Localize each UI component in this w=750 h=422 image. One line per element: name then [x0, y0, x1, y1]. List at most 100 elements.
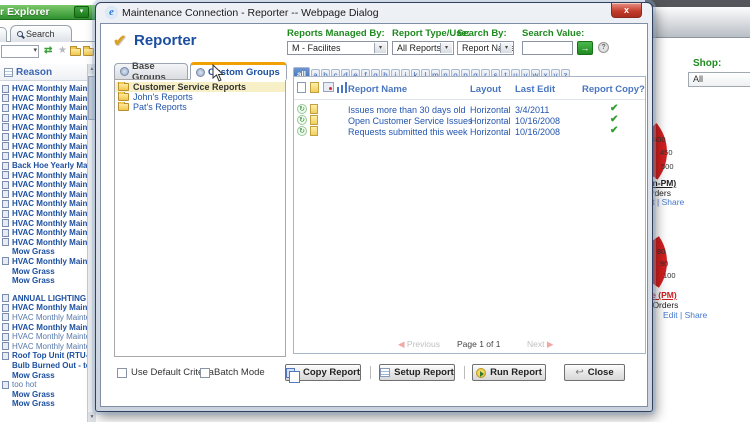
report-name[interactable]: Open Customer Service Issues [348, 116, 473, 126]
tab-custom-groups[interactable]: Custom Groups [190, 62, 287, 80]
work-order-item[interactable]: Back Hoe Yearly Main [2, 161, 87, 171]
refresh-icon[interactable] [44, 45, 52, 56]
work-order-item[interactable]: HVAC Monthly Mainte [2, 257, 87, 267]
copy-icon[interactable] [310, 82, 319, 93]
work-order-item[interactable]: Bulb Burned Out - tes [2, 361, 87, 371]
mouse-cursor [212, 64, 224, 82]
tab-base-groups[interactable]: Base Groups [114, 61, 188, 83]
dialog-titlebar[interactable]: Maintenance Connection - Reporter -- Web… [96, 3, 652, 23]
work-order-item[interactable]: Mow Grass [2, 266, 87, 276]
report-type-select[interactable]: All Reports [392, 41, 454, 55]
tab-search[interactable]: Search [10, 25, 72, 42]
work-order-icon [2, 257, 9, 266]
search-value-input[interactable] [522, 41, 573, 55]
new-report-icon[interactable] [297, 82, 306, 93]
work-order-item[interactable]: Mow Grass [2, 370, 87, 380]
column-report-copy[interactable]: Report Copy? [582, 84, 645, 95]
work-order-item[interactable]: HVAC Monthly Mainte [2, 218, 87, 228]
copy-report-icon[interactable] [310, 115, 318, 125]
work-order-item[interactable]: HVAC Monthly Mainte [2, 151, 87, 161]
work-order-item[interactable]: HVAC Monthly Mainte [2, 122, 87, 132]
work-order-label: HVAC Monthly Mainte [12, 141, 87, 151]
work-order-item[interactable]: HVAC Monthly Mainte [2, 132, 87, 142]
copy-report-button[interactable]: Copy Report [285, 364, 361, 383]
explorer-header[interactable]: r Explorer [0, 5, 96, 20]
tab-partial[interactable] [0, 27, 7, 42]
folder-in-icon[interactable] [83, 46, 94, 56]
column-report-name[interactable]: Report Name [348, 84, 407, 95]
work-order-icon [2, 313, 9, 322]
column-last-edit[interactable]: Last Edit [515, 84, 555, 95]
report-row[interactable]: Open Customer Service IssuesHorizontal 10… [294, 114, 645, 126]
tree-item[interactable]: John's Reports [115, 92, 285, 102]
alphabet-bar: allabcdefghijklmnopqrstuvwxyz [293, 62, 648, 80]
search-by-select[interactable]: Report Name [457, 41, 514, 55]
report-row[interactable]: Requests submitted this weekHorizontal 10… [294, 125, 645, 137]
copy-report-icon[interactable] [310, 104, 318, 114]
work-order-item[interactable]: HVAC Monthly Mainte [2, 84, 87, 94]
sidebar-filter-row [0, 44, 96, 61]
tree-item[interactable]: Customer Service Reports [115, 82, 285, 92]
work-order-item[interactable]: Mow Grass [2, 399, 87, 409]
report-copy-check: ✔ [610, 103, 619, 114]
work-order-item[interactable]: Mow Grass [2, 389, 87, 399]
work-order-icon [2, 332, 9, 341]
report-row[interactable]: Issues more than 30 days old Horizontal 3/… [294, 103, 645, 115]
close-button[interactable]: x [611, 3, 642, 18]
work-order-item[interactable]: HVAC Monthly Mainte [2, 199, 87, 209]
previous-page-button[interactable]: Previous [398, 339, 440, 350]
work-order-item[interactable]: ANNUAL LIGHTING INSP [2, 293, 87, 303]
filter-select[interactable] [1, 45, 39, 58]
run-report-button[interactable]: Run Report [472, 364, 546, 381]
search-go-button[interactable] [577, 41, 593, 55]
next-page-button[interactable]: Next [527, 339, 553, 350]
work-order-item[interactable]: HVAC Monthly Maintena [2, 341, 87, 351]
help-icon[interactable] [598, 42, 609, 53]
work-order-icon [2, 190, 9, 199]
column-layout[interactable]: Layout [470, 84, 501, 95]
star-icon[interactable] [58, 45, 67, 56]
work-order-item[interactable]: HVAC Monthly Mainte [2, 209, 87, 219]
run-report-icon[interactable] [297, 126, 307, 136]
copy-report-icon[interactable] [310, 126, 318, 136]
shop-select[interactable]: All [688, 72, 750, 87]
work-order-item[interactable]: HVAC Monthly Mainte [2, 103, 87, 113]
report-last-edit: 10/16/2008 [515, 116, 561, 126]
work-order-item[interactable]: HVAC Monthly Mainte [2, 322, 87, 332]
gauge-edit-share-links[interactable]: Edit | Share [663, 310, 707, 320]
reason-label: Reason [16, 66, 53, 78]
work-order-item[interactable]: Mow Grass [2, 247, 87, 257]
run-report-icon[interactable] [297, 115, 307, 125]
scroll-down-icon[interactable] [88, 412, 96, 422]
setup-report-button[interactable]: Setup Report [379, 364, 455, 381]
folder-out-icon[interactable] [70, 46, 81, 56]
tree-item[interactable]: Pat's Reports [115, 102, 285, 112]
work-order-item[interactable]: HVAC Monthly Mainte [2, 238, 87, 248]
report-name[interactable]: Requests submitted this week [348, 127, 468, 137]
managed-by-select[interactable]: M - Facilites [287, 41, 388, 55]
work-order-item[interactable]: too hot [2, 380, 87, 390]
work-order-label: HVAC Monthly Mainte [12, 303, 87, 313]
screen: Shop: All 0 400 450 500 0 80 90 100 ion-… [0, 0, 750, 422]
work-order-list: HVAC Monthly Mainte HVAC Monthly Mainte HV… [2, 84, 87, 422]
run-report-icon[interactable] [297, 104, 307, 114]
report-name[interactable]: Issues more than 30 days old [348, 105, 466, 115]
work-order-item[interactable]: HVAC Monthly Mainte [2, 94, 87, 104]
work-order-item[interactable]: HVAC Monthly Mainte [2, 113, 87, 123]
reason-column-header[interactable]: Reason [0, 64, 88, 81]
work-order-item[interactable]: Mow Grass [2, 276, 87, 286]
work-order-item[interactable]: HVAC Monthly Mainte [2, 170, 87, 180]
work-order-icon [2, 123, 9, 132]
work-order-label: Mow Grass [12, 399, 55, 409]
work-order-item[interactable]: HVAC Monthly Mainte [2, 142, 87, 152]
work-order-item[interactable]: HVAC Monthly Mainte [2, 180, 87, 190]
close-button[interactable]: Close [564, 364, 625, 381]
snapshot-icon[interactable] [323, 82, 334, 92]
work-order-item[interactable]: HVAC Monthly Mainte [2, 303, 87, 313]
work-order-item[interactable]: HVAC Monthly Mainte [2, 228, 87, 238]
work-order-item[interactable]: HVAC Monthly Maintena [2, 332, 87, 342]
work-order-item[interactable]: HVAC Monthly Maintena [2, 313, 87, 323]
chevron-down-icon[interactable] [74, 6, 89, 18]
work-order-item[interactable]: Roof Top Unit (RTU-6) [2, 351, 87, 361]
work-order-item[interactable]: HVAC Monthly Mainte [2, 190, 87, 200]
